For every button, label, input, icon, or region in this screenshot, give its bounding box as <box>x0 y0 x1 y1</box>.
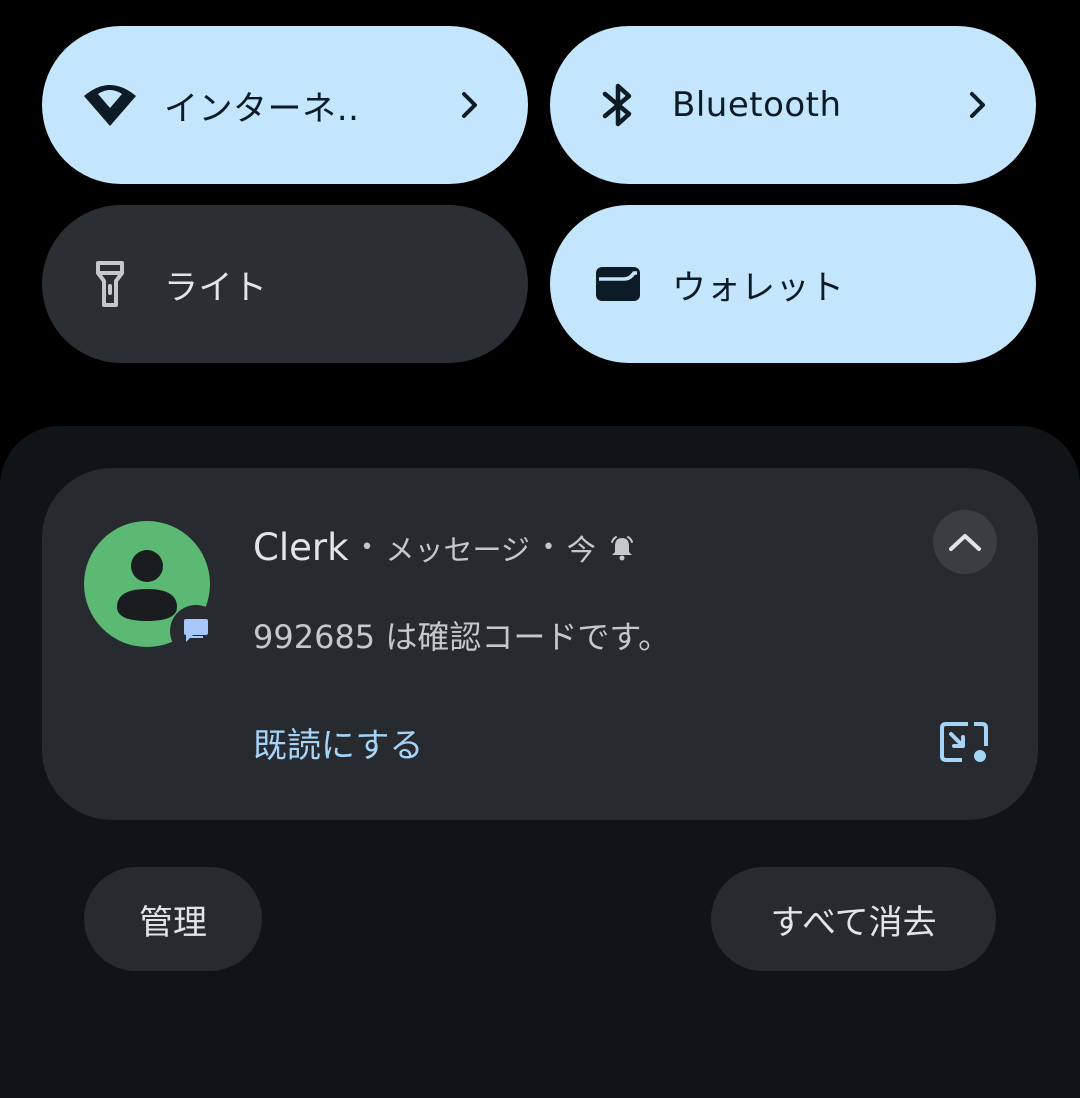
chevron-right-icon <box>456 91 484 119</box>
chevron-right-icon <box>964 91 992 119</box>
bluetooth-icon <box>590 77 646 133</box>
chevron-up-icon <box>948 532 982 552</box>
clear-all-button[interactable]: すべて消去 <box>711 867 996 971</box>
tile-label: ライト <box>164 267 268 308</box>
tile-internet[interactable]: インターネ‥ <box>42 26 528 184</box>
tile-wallet[interactable]: ウォレット <box>550 205 1036 363</box>
channel-name: メッセージ <box>385 532 530 567</box>
open-bubble-icon <box>938 720 990 764</box>
collapse-button[interactable] <box>933 510 997 574</box>
screen: インターネ‥ Bluetooth ライト ウォレット Clerk • メッセージ… <box>0 0 1080 1098</box>
tile-label: インターネ‥ <box>164 88 360 129</box>
app-name: Clerk <box>253 526 349 569</box>
tile-label: ウォレット <box>672 267 845 308</box>
wallet-icon <box>590 256 646 312</box>
notification-time: 今 <box>566 532 596 567</box>
manage-button[interactable]: 管理 <box>84 867 262 971</box>
bell-alert-icon <box>608 534 636 562</box>
notification-header: Clerk • メッセージ • 今 <box>253 526 636 569</box>
notification-body: 992685 は確認コードです。 <box>253 618 671 656</box>
wifi-icon <box>82 77 138 133</box>
tile-flashlight[interactable]: ライト <box>42 205 528 363</box>
tile-label: Bluetooth <box>672 85 842 125</box>
flashlight-icon <box>82 256 138 312</box>
notification-shade: Clerk • メッセージ • 今 992685 は確認コードです。 既読にする <box>0 426 1080 1098</box>
open-bubble-button[interactable] <box>934 716 994 768</box>
separator-dot: • <box>360 535 374 560</box>
tile-bluetooth[interactable]: Bluetooth <box>550 26 1036 184</box>
chat-bubble-icon <box>170 605 222 657</box>
notification-card[interactable]: Clerk • メッセージ • 今 992685 は確認コードです。 既読にする <box>42 468 1038 820</box>
mark-as-read-button[interactable]: 既読にする <box>253 718 423 767</box>
separator-dot: • <box>541 535 555 560</box>
